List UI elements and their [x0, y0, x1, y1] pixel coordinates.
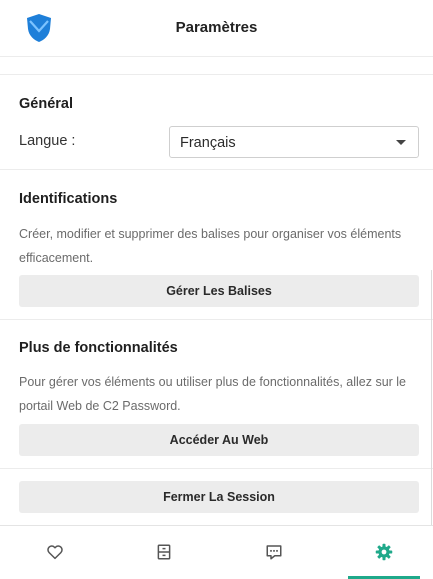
vault-icon: [157, 544, 171, 560]
header: Paramètres: [0, 0, 433, 57]
manage-tags-button[interactable]: Gérer Les Balises: [19, 275, 419, 307]
more-features-description: Pour gérer vos éléments ou utiliser plus…: [19, 375, 407, 413]
identifications-description: Créer, modifier et supprimer des balises…: [19, 227, 402, 265]
chat-icon: [266, 545, 282, 560]
scrollbar[interactable]: [431, 270, 432, 525]
section-title-more-features: Plus de fonctionnalités: [19, 340, 178, 356]
page-title: Paramètres: [175, 19, 258, 36]
language-select-value: Français: [180, 135, 236, 151]
section-title-identifications: Identifications: [19, 191, 118, 207]
tab-favorites[interactable]: [19, 526, 91, 579]
section-title-general: Général: [19, 96, 73, 112]
header-spacer: [0, 57, 433, 75]
tab-settings[interactable]: [348, 526, 420, 579]
tab-vault[interactable]: [128, 526, 200, 579]
chevron-down-icon: [396, 140, 406, 145]
language-label: Langue :: [19, 133, 76, 149]
language-select[interactable]: Français: [169, 126, 419, 158]
heart-icon: [47, 545, 63, 560]
bottom-tab-bar: [0, 525, 433, 579]
tab-messages[interactable]: [238, 526, 310, 579]
logout-button[interactable]: Fermer La Session: [19, 481, 419, 513]
gear-icon: [375, 543, 393, 561]
access-web-button[interactable]: Accéder Au Web: [19, 424, 419, 456]
